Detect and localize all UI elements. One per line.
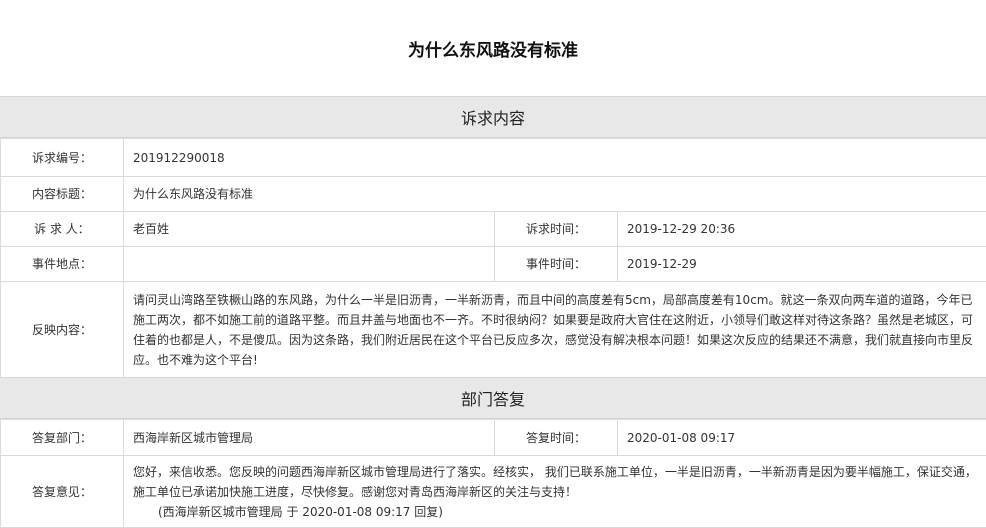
row-location-eventtime: 事件地点： 事件时间： 2019-12-29 [1, 247, 986, 282]
request-table: 诉求编号： 201912290018 内容标题： 为什么东风路没有标准 诉 求 … [0, 138, 986, 378]
reply-opinion-text: 您好，来信收悉。您反映的问题西海岸新区城市管理局进行了落实。经核实， 我们已联系… [133, 462, 977, 502]
event-time-label: 事件时间： [495, 247, 618, 282]
person-value: 老百姓 [124, 212, 495, 247]
request-id-value: 201912290018 [124, 139, 986, 177]
row-subject: 内容标题： 为什么东风路没有标准 [1, 177, 986, 212]
reply-time-value: 2020-01-08 09:17 [618, 420, 986, 456]
location-label: 事件地点： [1, 247, 124, 282]
person-label: 诉 求 人： [1, 212, 124, 247]
request-time-label: 诉求时间： [495, 212, 618, 247]
content-value: 请问灵山湾路至铁橛山路的东风路，为什么一半是旧沥青，一半新沥青，而且中间的高度差… [124, 282, 986, 378]
reply-opinion-label: 答复意见： [1, 456, 124, 528]
event-time-value: 2019-12-29 [618, 247, 986, 282]
reply-dept-label: 答复部门： [1, 420, 124, 456]
reply-signature: (西海岸新区城市管理局 于 2020-01-08 09:17 回复) [133, 502, 977, 522]
row-content: 反映内容： 请问灵山湾路至铁橛山路的东风路，为什么一半是旧沥青，一半新沥青，而且… [1, 282, 986, 378]
location-value [124, 247, 495, 282]
subject-value: 为什么东风路没有标准 [124, 177, 986, 212]
reply-table: 答复部门： 西海岸新区城市管理局 答复时间： 2020-01-08 09:17 … [0, 419, 986, 528]
reply-dept-value: 西海岸新区城市管理局 [124, 420, 495, 456]
subject-label: 内容标题： [1, 177, 124, 212]
page: 为什么东风路没有标准 诉求内容 诉求编号： 201912290018 内容标题：… [0, 0, 986, 527]
row-request-id: 诉求编号： 201912290018 [1, 139, 986, 177]
row-reply-dept-time: 答复部门： 西海岸新区城市管理局 答复时间： 2020-01-08 09:17 [1, 420, 986, 456]
row-person-time: 诉 求 人： 老百姓 诉求时间： 2019-12-29 20:36 [1, 212, 986, 247]
row-reply-opinion: 答复意见： 您好，来信收悉。您反映的问题西海岸新区城市管理局进行了落实。经核实，… [1, 456, 986, 528]
request-id-label: 诉求编号： [1, 139, 124, 177]
reply-time-label: 答复时间： [495, 420, 618, 456]
content-label: 反映内容： [1, 282, 124, 378]
request-time-value: 2019-12-29 20:36 [618, 212, 986, 247]
reply-opinion-cell: 您好，来信收悉。您反映的问题西海岸新区城市管理局进行了落实。经核实， 我们已联系… [124, 456, 986, 528]
section-header-reply: 部门答复 [0, 377, 986, 419]
page-title: 为什么东风路没有标准 [0, 0, 986, 96]
section-header-request: 诉求内容 [0, 96, 986, 138]
